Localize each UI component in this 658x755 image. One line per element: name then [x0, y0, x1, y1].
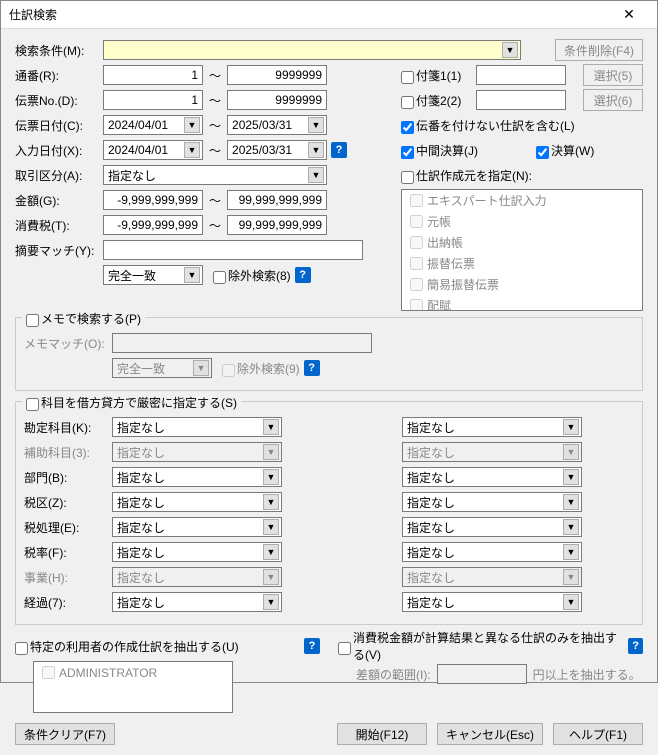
strict-left-combo-6: 指定なし▼: [112, 567, 282, 587]
strict-label-4: 税処理(E):: [24, 519, 112, 536]
exclude8-checkbox[interactable]: [213, 271, 226, 284]
label-include-noslip: 伝番を付けない仕訳を含む(L): [416, 117, 575, 134]
label-summarymatch: 摘要マッチ(Y):: [15, 242, 103, 259]
strict-right-combo-7[interactable]: 指定なし▼: [402, 592, 582, 612]
strict-label-5: 税率(F):: [24, 544, 112, 561]
slipdate-from-combo[interactable]: 2024/04/01▼: [103, 115, 203, 135]
label-amount: 金額(G):: [15, 192, 103, 209]
label-diff-range: 差額の範囲(I):: [356, 666, 431, 683]
inputdate-to-combo[interactable]: 2025/03/31▼: [227, 140, 327, 160]
specify-source-checkbox[interactable]: [401, 171, 414, 184]
slipno-to-input[interactable]: [227, 90, 327, 110]
label-search-cond: 検索条件(M):: [15, 42, 103, 59]
inputdate-from-combo[interactable]: 2024/04/01▼: [103, 140, 203, 160]
strict-left-combo-3[interactable]: 指定なし▼: [112, 492, 282, 512]
strict-left-combo-7[interactable]: 指定なし▼: [112, 592, 282, 612]
label-fusen1: 付箋1(1): [416, 67, 476, 84]
strict-label-7: 経過(7):: [24, 594, 112, 611]
help-icon[interactable]: ?: [304, 638, 320, 654]
clear-button[interactable]: 条件クリア(F7): [15, 723, 115, 745]
label-memomatch: メモマッチ(O):: [24, 335, 112, 352]
strict-right-combo-3[interactable]: 指定なし▼: [402, 492, 582, 512]
label-tax-diff: 消費税金額が計算結果と異なる仕訳のみを抽出する(V): [353, 629, 624, 663]
titlebar: 仕訳検索 ✕: [1, 1, 657, 29]
window-title: 仕訳検索: [9, 6, 609, 23]
strict-label-1: 補助科目(3):: [24, 444, 112, 461]
exclude9-checkbox: [222, 364, 235, 377]
label-tradetype: 取引区分(A):: [15, 167, 103, 184]
strict-right-combo-5[interactable]: 指定なし▼: [402, 542, 582, 562]
fusen1-combo[interactable]: [476, 65, 566, 85]
interim-checkbox[interactable]: [401, 146, 414, 159]
tax-to-input[interactable]: [227, 215, 327, 235]
label-tax: 消費税(T):: [15, 217, 103, 234]
include-noslip-checkbox[interactable]: [401, 121, 414, 134]
close-icon[interactable]: ✕: [609, 2, 649, 28]
strict-checkbox[interactable]: [26, 398, 39, 411]
amount-to-input[interactable]: [227, 190, 327, 210]
tax-diff-checkbox[interactable]: [338, 642, 351, 655]
label-interim: 中間決算(J): [416, 142, 536, 159]
memo-search-checkbox[interactable]: [26, 314, 39, 327]
specify-user-checkbox[interactable]: [15, 642, 28, 655]
seq-to-input[interactable]: [227, 65, 327, 85]
select6-button: 選択(6): [583, 89, 643, 111]
fusen2-checkbox[interactable]: [401, 96, 414, 109]
label-diff-suffix: 円以上を抽出する。: [533, 666, 641, 683]
label-seq: 通番(R):: [15, 67, 103, 84]
help-button[interactable]: ヘルプ(F1): [553, 723, 643, 745]
strict-left-combo-0[interactable]: 指定なし▼: [112, 417, 282, 437]
diff-range-input: [437, 664, 527, 684]
help-icon[interactable]: ?: [295, 267, 311, 283]
label-exclude9: 除外検索(9): [237, 360, 300, 377]
search-cond-combo[interactable]: ▼: [103, 40, 521, 60]
label-finalsettle: 決算(W): [551, 142, 594, 159]
user-listbox[interactable]: ADMINISTRATOR: [33, 661, 233, 713]
strict-label-2: 部門(B):: [24, 469, 112, 486]
strict-left-combo-2[interactable]: 指定なし▼: [112, 467, 282, 487]
condition-delete-button: 条件削除(F4): [555, 39, 643, 61]
strict-right-combo-2[interactable]: 指定なし▼: [402, 467, 582, 487]
finalsettle-checkbox[interactable]: [536, 146, 549, 159]
strict-right-combo-4[interactable]: 指定なし▼: [402, 517, 582, 537]
strict-right-combo-0[interactable]: 指定なし▼: [402, 417, 582, 437]
strict-left-combo-1: 指定なし▼: [112, 442, 282, 462]
summarymatch-input[interactable]: [103, 240, 363, 260]
label-fusen2: 付箋2(2): [416, 92, 476, 109]
chevron-down-icon[interactable]: ▼: [502, 42, 518, 58]
legend-memo: メモで検索する(P): [41, 310, 141, 327]
seq-from-input[interactable]: [103, 65, 203, 85]
label-slipno: 伝票No.(D):: [15, 92, 103, 109]
strict-left-combo-4[interactable]: 指定なし▼: [112, 517, 282, 537]
slipdate-to-combo[interactable]: 2025/03/31▼: [227, 115, 327, 135]
matchtype2-combo: 完全一致▼: [112, 358, 212, 378]
legend-strict: 科目を借方貸方で厳密に指定する(S): [41, 394, 237, 411]
strict-left-combo-5[interactable]: 指定なし▼: [112, 542, 282, 562]
source-listbox[interactable]: エキスパート仕訳入力 元帳 出納帳 振替伝票 簡易振替伝票 配賦 仕訳データ受入: [401, 189, 643, 311]
slipno-from-input[interactable]: [103, 90, 203, 110]
label-exclude8: 除外検索(8): [228, 267, 291, 284]
fusen2-combo[interactable]: [476, 90, 566, 110]
memomatch-input: [112, 333, 372, 353]
help-icon[interactable]: ?: [628, 638, 643, 654]
strict-label-3: 税区(Z):: [24, 494, 112, 511]
select5-button: 選択(5): [583, 64, 643, 86]
strict-right-combo-6: 指定なし▼: [402, 567, 582, 587]
label-slipdate: 伝票日付(C):: [15, 117, 103, 134]
label-specify-user: 特定の利用者の作成仕訳を抽出する(U): [30, 638, 239, 655]
strict-label-6: 事業(H):: [24, 569, 112, 586]
fusen1-checkbox[interactable]: [401, 71, 414, 84]
label-inputdate: 入力日付(X):: [15, 142, 103, 159]
label-specify-source: 仕訳作成元を指定(N):: [416, 167, 532, 184]
help-icon[interactable]: ?: [304, 360, 320, 376]
amount-from-input[interactable]: [103, 190, 203, 210]
tradetype-combo[interactable]: 指定なし▼: [103, 165, 327, 185]
help-icon[interactable]: ?: [331, 142, 347, 158]
start-button[interactable]: 開始(F12): [337, 723, 427, 745]
cancel-button[interactable]: キャンセル(Esc): [437, 723, 543, 745]
strict-label-0: 勘定科目(K):: [24, 419, 112, 436]
strict-right-combo-1: 指定なし▼: [402, 442, 582, 462]
tax-from-input[interactable]: [103, 215, 203, 235]
matchtype1-combo[interactable]: 完全一致▼: [103, 265, 203, 285]
